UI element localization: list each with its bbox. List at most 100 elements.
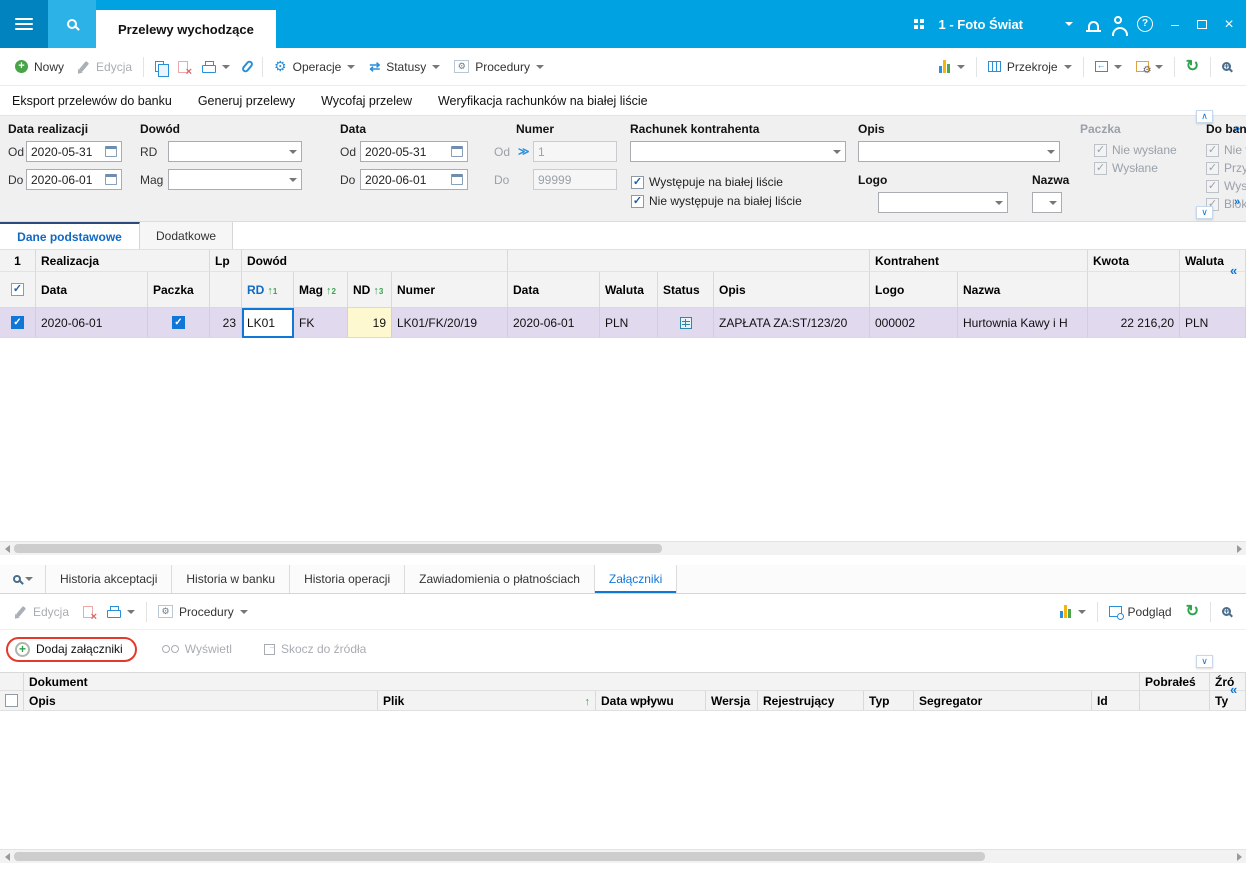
scroll-right-arrow[interactable]: [1232, 542, 1246, 555]
bottom-search-dropdown[interactable]: [0, 565, 46, 593]
col-ty[interactable]: Ty: [1210, 691, 1246, 711]
col-mag[interactable]: Mag 2: [294, 272, 348, 308]
col-lp[interactable]: Lp: [210, 250, 242, 272]
export-transfers-link[interactable]: Eksport przelewów do banku: [12, 94, 172, 108]
help-icon[interactable]: [1137, 16, 1153, 32]
generate-transfers-link[interactable]: Generuj przelewy: [198, 94, 295, 108]
maximize-button[interactable]: [1197, 19, 1207, 29]
tab-zawiadomienia[interactable]: Zawiadomienia o płatnościach: [405, 565, 595, 593]
attachments-delete-button[interactable]: [76, 599, 100, 625]
col-rd[interactable]: RD 1: [242, 272, 294, 308]
document-tab[interactable]: Przelewy wychodzące: [96, 10, 276, 48]
tab-dane-podstawowe[interactable]: Dane podstawowe: [0, 222, 140, 249]
cell-numer[interactable]: LK01/FK/20/19: [392, 308, 508, 338]
close-button[interactable]: [1222, 17, 1236, 32]
tab-historia-w-banku[interactable]: Historia w banku: [172, 565, 291, 593]
col-typ[interactable]: Typ: [864, 691, 914, 711]
col-numer[interactable]: Numer: [392, 272, 508, 308]
mag-dropdown[interactable]: [168, 169, 302, 190]
calendar-icon[interactable]: [451, 174, 463, 185]
attachments-refresh-button[interactable]: [1179, 599, 1206, 625]
not-sent-checkbox[interactable]: Nie wysłane: [1094, 143, 1177, 157]
chart-dropdown[interactable]: [932, 54, 972, 80]
group-dokument[interactable]: Dokument: [24, 673, 1140, 691]
col-status[interactable]: Status: [658, 272, 714, 308]
col-data-realizacji[interactable]: Data: [36, 272, 148, 308]
show-attachment-button[interactable]: Wyświetl: [155, 636, 239, 662]
filter-collapse-down-button[interactable]: [1196, 206, 1213, 219]
doc-date-from-input[interactable]: 2020-05-31: [360, 141, 468, 162]
scrollbar-thumb[interactable]: [14, 852, 985, 861]
whitelist-verification-link[interactable]: Weryfikacja rachunków na białej liście: [438, 94, 648, 108]
date-to-input[interactable]: 2020-06-01: [26, 169, 122, 190]
whitelist-yes-checkbox[interactable]: Występuje na białej liście: [631, 175, 783, 189]
col-zrodlo[interactable]: Źró: [1210, 673, 1246, 691]
cell-nazwa[interactable]: Hurtownia Kawy i H: [958, 308, 1088, 338]
col-wersja[interactable]: Wersja: [706, 691, 758, 711]
copy-button[interactable]: [148, 54, 171, 80]
bank-check-1[interactable]: Nie v: [1206, 143, 1246, 157]
attachments-procedures-dropdown[interactable]: Procedury: [151, 599, 255, 625]
operator-icon[interactable]: ≫: [518, 145, 530, 158]
cell-data-realizacji[interactable]: 2020-06-01: [36, 308, 148, 338]
global-search-button[interactable]: [48, 0, 96, 48]
tab-historia-akceptacji[interactable]: Historia akceptacji: [46, 565, 173, 593]
tab-zalaczniki[interactable]: Załączniki: [594, 565, 678, 593]
scroll-right-arrow[interactable]: [1232, 850, 1246, 863]
main-menu-button[interactable]: [0, 0, 48, 48]
minimize-button[interactable]: [1168, 17, 1182, 31]
cell-lp[interactable]: 23: [210, 308, 242, 338]
main-horizontal-scrollbar[interactable]: [0, 541, 1246, 555]
number-to-input[interactable]: 99999: [533, 169, 617, 190]
attachments-edit-button[interactable]: Edycja: [8, 599, 76, 625]
attach-link-button[interactable]: [237, 54, 258, 80]
apps-grid-icon[interactable]: [913, 19, 924, 29]
tab-dodatkowe[interactable]: Dodatkowe: [140, 222, 234, 249]
table-row-selected[interactable]: 2020-06-01 23 LK01 FK 19 LK01/FK/20/19 2…: [0, 308, 1246, 338]
cell-logo[interactable]: 000002: [870, 308, 958, 338]
col-data[interactable]: Data: [508, 272, 600, 308]
col-waluta[interactable]: Waluta: [600, 272, 658, 308]
col-kwota[interactable]: Kwota: [1088, 250, 1180, 272]
col-id[interactable]: Id: [1092, 691, 1140, 711]
attachments-search-plus-button[interactable]: [1215, 599, 1238, 625]
col-nazwa[interactable]: Nazwa: [958, 272, 1088, 308]
refresh-button[interactable]: [1179, 54, 1206, 80]
description-dropdown[interactable]: [858, 141, 1060, 162]
col-logo[interactable]: Logo: [870, 272, 958, 308]
filter-scroll-right-icon[interactable]: [1234, 197, 1240, 208]
attachments-select-all-checkbox[interactable]: [0, 691, 24, 711]
logo-dropdown[interactable]: [878, 192, 1008, 213]
select-all-checkbox[interactable]: [0, 272, 36, 308]
bank-check-3[interactable]: Wysł: [1206, 179, 1246, 193]
cell-waluta[interactable]: PLN: [600, 308, 658, 338]
cell-status[interactable]: [658, 308, 714, 338]
jump-to-source-button[interactable]: Skocz do źródła: [257, 636, 373, 662]
calendar-icon[interactable]: [451, 146, 463, 157]
edit-button[interactable]: Edycja: [71, 54, 139, 80]
scroll-left-arrow[interactable]: [0, 850, 14, 863]
tab-historia-operacji[interactable]: Historia operacji: [290, 565, 406, 593]
scroll-left-arrow[interactable]: [0, 542, 14, 555]
print-button[interactable]: [195, 54, 237, 80]
calendar-icon[interactable]: [105, 174, 117, 185]
col-plik[interactable]: Plik: [378, 691, 596, 711]
col-att-opis[interactable]: Opis: [24, 691, 378, 711]
filter-collapse-up-button[interactable]: [1196, 110, 1213, 123]
new-button[interactable]: Nowy: [8, 54, 71, 80]
group-dowod[interactable]: Dowód: [242, 250, 508, 272]
cell-kwota[interactable]: 22 216,20: [1088, 308, 1180, 338]
statuses-dropdown[interactable]: Statusy: [362, 54, 447, 80]
date-from-input[interactable]: 2020-05-31: [26, 141, 122, 162]
calendar-icon[interactable]: [105, 146, 117, 157]
bank-check-2[interactable]: Przy: [1206, 161, 1246, 175]
cell-nd[interactable]: 19: [348, 308, 392, 338]
number-from-input[interactable]: 1: [533, 141, 617, 162]
operations-dropdown[interactable]: Operacje: [267, 54, 362, 80]
grid-settings-dropdown[interactable]: [1129, 54, 1170, 80]
col-segregator[interactable]: Segregator: [914, 691, 1092, 711]
user-profile-icon[interactable]: [1112, 16, 1128, 36]
col-rejestrujacy[interactable]: Rejestrujący: [758, 691, 864, 711]
withdraw-transfer-link[interactable]: Wycofaj przelew: [321, 94, 412, 108]
company-selector[interactable]: 1 - Foto Świat: [939, 17, 1073, 32]
